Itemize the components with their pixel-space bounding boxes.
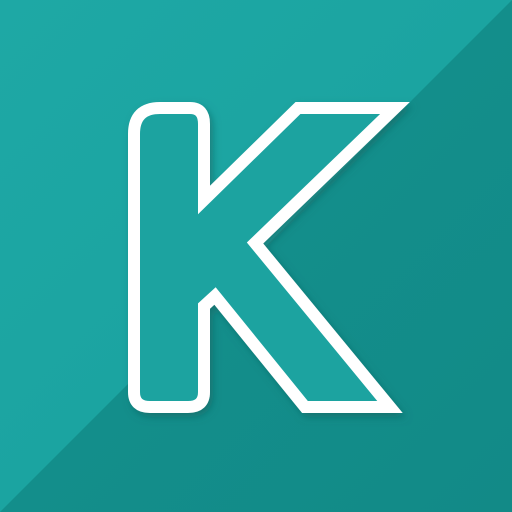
k-logo-icon (0, 0, 512, 512)
app-icon: K (0, 0, 512, 512)
